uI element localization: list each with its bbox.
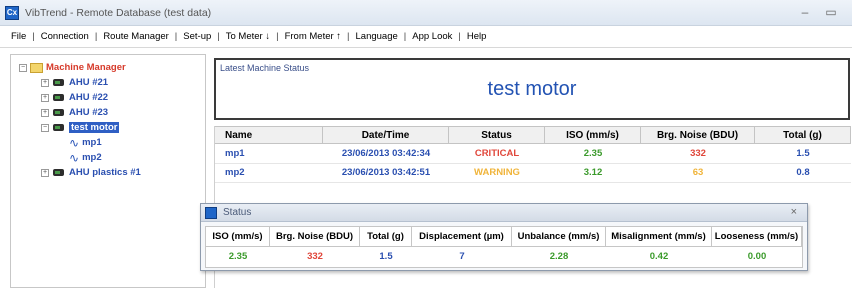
column-header-iso[interactable]: ISO (mm/s) <box>545 127 641 144</box>
title-bar: Cx VibTrend - Remote Database (test data… <box>0 0 852 26</box>
tree-item-mp1[interactable]: ∿ mp1 <box>69 136 102 149</box>
collapse-icon[interactable]: − <box>41 123 49 132</box>
dialog-title: Status <box>223 207 252 218</box>
tree-item-label: AHU #21 <box>69 77 109 88</box>
cell-status-warning: WARNING <box>474 167 520 178</box>
menu-route-manager[interactable]: Route Manager <box>98 31 173 42</box>
status-header-brg-noise: Brg. Noise (BDU) <box>270 227 360 247</box>
cell-total: 1.5 <box>796 148 810 159</box>
tree-item-mp2[interactable]: ∿ mp2 <box>69 151 102 164</box>
tree-item-label: AHU #23 <box>69 107 109 118</box>
column-header-name[interactable]: Name <box>215 127 323 144</box>
menu-app-look[interactable]: App Look <box>407 31 457 42</box>
table-row[interactable]: mp1 23/06/2013 03:42:34 CRITICAL 2.35 33… <box>215 146 851 162</box>
menu-bar: File | Connection | Route Manager | Set-… <box>0 26 852 48</box>
minimize-button[interactable]: – <box>796 4 814 20</box>
app-icon: Cx <box>5 6 19 20</box>
menu-language[interactable]: Language <box>351 31 403 42</box>
status-value-brg-noise: 332 <box>307 251 323 262</box>
status-header-displacement: Displacement (µm) <box>412 227 512 247</box>
tree-item-label: mp2 <box>82 152 102 163</box>
column-header-total[interactable]: Total (g) <box>755 127 851 144</box>
tree-item-ahu-23[interactable]: + AHU #23 <box>41 106 108 119</box>
menu-help[interactable]: Help <box>462 31 492 42</box>
table-row[interactable]: mp2 23/06/2013 03:42:51 WARNING 3.12 63 … <box>215 165 851 181</box>
close-icon[interactable]: × <box>791 206 797 218</box>
status-dialog: Status × ISO (mm/s) Brg. Noise (BDU) Tot… <box>200 203 808 271</box>
tree-item-label: AHU plastics #1 <box>69 167 141 178</box>
expand-icon[interactable]: + <box>41 78 49 87</box>
status-value-displacement: 7 <box>459 251 465 262</box>
cell-status-critical: CRITICAL <box>474 148 520 159</box>
expand-icon[interactable]: + <box>41 108 49 117</box>
status-header-total: Total (g) <box>360 227 412 247</box>
expand-icon[interactable]: + <box>41 168 49 177</box>
machine-icon <box>52 107 65 118</box>
app-icon <box>205 207 217 219</box>
window-title: VibTrend - Remote Database (test data) <box>25 7 212 19</box>
grid-divider <box>215 163 851 164</box>
cell-name: mp2 <box>225 167 245 178</box>
status-header-looseness: Looseness (mm/s) <box>712 227 802 247</box>
status-values-table: ISO (mm/s) Brg. Noise (BDU) Total (g) Di… <box>205 226 803 268</box>
machine-icon <box>52 92 65 103</box>
folder-icon <box>30 62 43 73</box>
machine-icon <box>52 122 65 133</box>
cell-iso: 2.35 <box>583 148 603 159</box>
tree-item-label: AHU #22 <box>69 92 109 103</box>
grid-divider <box>215 182 851 183</box>
latest-machine-status-label: Latest Machine Status <box>220 63 310 73</box>
tree-item-machine-manager[interactable]: − Machine Manager <box>19 61 126 74</box>
column-header-brg-noise[interactable]: Brg. Noise (BDU) <box>641 127 755 144</box>
tree-root-label: Machine Manager <box>46 62 126 73</box>
waveform-icon: ∿ <box>69 135 80 150</box>
grid-header: Name Date/Time Status ISO (mm/s) Brg. No… <box>215 126 851 144</box>
machine-icon <box>52 77 65 88</box>
menu-file[interactable]: File <box>6 31 31 42</box>
cell-iso: 3.12 <box>583 167 603 178</box>
status-header-unbalance: Unbalance (mm/s) <box>512 227 606 247</box>
cell-datetime: 23/06/2013 03:42:51 <box>341 167 431 178</box>
maximize-button[interactable]: ▭ <box>822 4 840 20</box>
cell-brg-noise: 332 <box>690 148 706 159</box>
tree-item-ahu-21[interactable]: + AHU #21 <box>41 76 108 89</box>
latest-machine-status-panel: Latest Machine Status test motor <box>214 58 850 120</box>
status-value-unbalance: 2.28 <box>549 251 569 262</box>
cell-total: 0.8 <box>796 167 810 178</box>
expand-icon[interactable]: + <box>41 93 49 102</box>
dialog-title-bar[interactable]: Status × <box>201 204 807 222</box>
column-header-status[interactable]: Status <box>449 127 545 144</box>
tree-item-ahu-plastics-1[interactable]: + AHU plastics #1 <box>41 166 141 179</box>
status-value-misalignment: 0.42 <box>649 251 669 262</box>
menu-from-meter[interactable]: From Meter ↑ <box>280 31 346 42</box>
waveform-icon: ∿ <box>69 150 80 165</box>
column-header-datetime[interactable]: Date/Time <box>323 127 449 144</box>
machine-icon <box>52 167 65 178</box>
cell-brg-noise: 63 <box>692 167 704 178</box>
machine-name: test motor <box>487 78 577 100</box>
tree-item-label: test motor <box>69 122 120 133</box>
cell-name: mp1 <box>225 148 245 159</box>
menu-setup[interactable]: Set-up <box>178 31 216 42</box>
status-header-misalignment: Misalignment (mm/s) <box>606 227 712 247</box>
collapse-icon[interactable]: − <box>19 63 27 72</box>
tree-item-test-motor[interactable]: − test motor <box>41 121 120 134</box>
status-value-total: 1.5 <box>379 251 393 262</box>
cell-datetime: 23/06/2013 03:42:34 <box>341 148 431 159</box>
status-value-iso: 2.35 <box>228 251 248 262</box>
status-value-looseness: 0.00 <box>747 251 767 262</box>
machine-tree: − Machine Manager + AHU #21 + AHU #22 + … <box>10 54 206 288</box>
tree-item-ahu-22[interactable]: + AHU #22 <box>41 91 108 104</box>
menu-to-meter[interactable]: To Meter ↓ <box>221 31 275 42</box>
menu-connection[interactable]: Connection <box>36 31 94 42</box>
tree-item-label: mp1 <box>82 137 102 148</box>
status-header-iso: ISO (mm/s) <box>206 227 270 247</box>
